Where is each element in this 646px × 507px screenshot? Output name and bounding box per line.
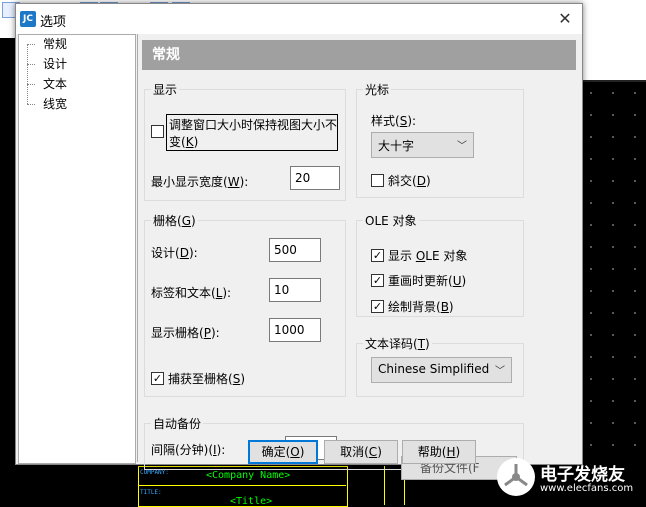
ole-group-title: OLE 对象 [363,212,419,229]
app-canvas-white [580,0,646,80]
show-ole-label: 显示 OLE 对象 [388,249,468,263]
grid-group-title: 栅格(G) [151,212,198,229]
settings-panel: 常规 显示 调整窗口大小时保持视图大小不 变(K) 最小显示宽度(W): 20 … [137,34,581,480]
schematic-line [384,466,385,505]
tree-connector [27,44,35,45]
title-block-label: COMPANY: [140,469,169,476]
grid-show-input[interactable]: 1000 [269,318,321,342]
show-ole-checkbox[interactable]: ✓ [371,249,384,262]
grid-design-label: 设计(D): [151,246,198,260]
dialog-titlebar[interactable]: JC 选项 ✕ [16,4,582,34]
cursor-group-title: 光标 [363,81,392,98]
ok-button[interactable]: 确定(O) [248,440,318,464]
encoding-group-title: 文本译码(T) [363,335,432,352]
redraw-update-checkbox[interactable]: ✓ [371,274,384,287]
display-group: 显示 调整窗口大小时保持视图大小不 变(K) 最小显示宽度(W): 20 [144,81,346,201]
min-width-label: 最小显示宽度(W): [151,175,249,189]
tree-connector [27,64,35,65]
title-block-label: TITLE: [140,489,162,496]
draw-background-label: 绘制背景(B) [388,300,454,314]
grid-show-label: 显示栅格(P): [151,326,220,340]
title-block-divider [138,485,346,486]
encoding-group: 文本译码(T) Chinese Simplified ﹀ [356,335,524,397]
autosave-interval-label: 间隔(分钟)(I): [151,443,226,457]
schematic-grid [580,82,646,462]
keep-view-label-line1: 调整窗口大小时保持视图大小不 [169,118,338,132]
chevron-down-icon: ﹀ [495,366,505,377]
options-dialog: JC 选项 ✕ 常规 设计 文本 线宽 常规 显示 调整窗口大小时保持视图大小不… [15,3,583,480]
watermark-title: 电子发烧友 [540,465,625,485]
cancel-button[interactable]: 取消(C) [324,440,398,464]
cursor-group: 光标 样式(S): 大十字 ﹀ 斜交(D) [356,81,524,198]
keep-view-size-checkbox[interactable] [151,125,164,138]
tree-connector [27,84,35,85]
snap-to-grid-checkbox[interactable]: ✓ [151,372,164,385]
cursor-style-label: 样式(S): [371,114,417,128]
close-icon[interactable]: ✕ [554,9,576,29]
grid-design-input[interactable]: 500 [269,238,321,262]
redraw-update-label: 重画时更新(U) [388,274,467,288]
tree-connector [27,44,36,104]
watermark-url: www.elecfans.com [540,483,634,494]
keep-view-label-line2: 变(K) [169,135,199,149]
ole-group: OLE 对象 ✓ 显示 OLE 对象 ✓ 重画时更新(U) ✓ 绘制背景(B) [356,212,524,317]
snap-to-grid-label: 捕获至栅格(S) [168,372,245,386]
grid-group: 栅格(G) 设计(D): 500 标签和文本(L): 10 显示栅格(P): 1… [144,212,346,397]
dialog-title: 选项 [40,15,67,30]
help-button[interactable]: 帮助(H) [402,440,476,464]
chevron-down-icon: ﹀ [457,141,467,152]
cursor-style-select[interactable]: 大十字 ﹀ [371,132,474,158]
grid-label-text-input[interactable]: 10 [269,278,321,302]
italic-checkbox[interactable] [371,174,384,187]
display-group-title: 显示 [151,81,180,98]
grid-label-text-label: 标签和文本(L): [151,286,232,300]
draw-background-checkbox[interactable]: ✓ [371,300,384,313]
panel-header: 常规 [142,40,576,70]
title-field: <Title> [230,496,273,507]
min-width-input[interactable]: 20 [290,166,340,190]
encoding-select[interactable]: Chinese Simplified ﹀ [371,357,512,383]
tree-connector [27,104,35,105]
italic-label: 斜交(D) [388,174,431,188]
company-name-field: <Company Name> [206,470,291,481]
watermark: 电子发烧友 www.elecfans.com [497,458,646,498]
app-icon: JC [20,11,36,27]
autosave-group-title: 自动备份 [151,415,204,432]
elecfans-logo-icon [497,458,535,496]
category-tree: 常规 设计 文本 线宽 [18,34,136,464]
